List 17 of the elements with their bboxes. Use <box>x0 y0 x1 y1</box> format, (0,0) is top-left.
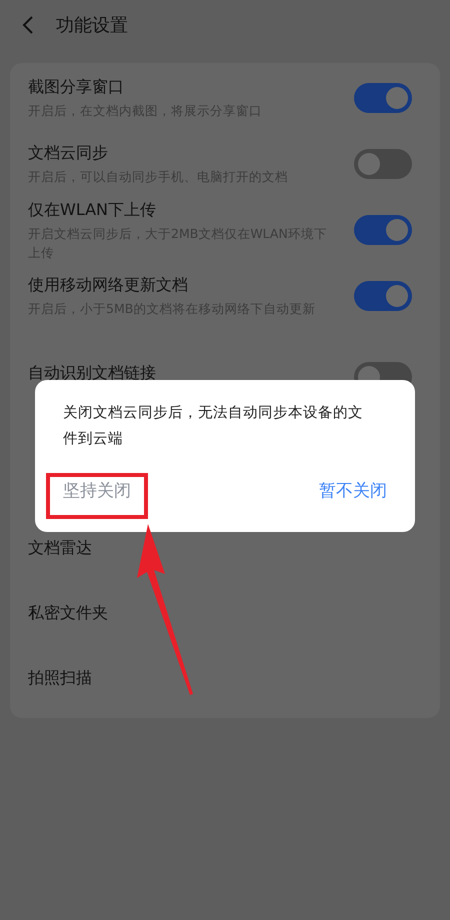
confirm-button[interactable]: 坚持关闭 <box>63 479 131 502</box>
setting-title: 截图分享窗口 <box>28 76 125 98</box>
setting-title: 文档雷达 <box>28 536 93 558</box>
setting-title: 自动识别文档链接 <box>28 362 157 384</box>
toggle-switch[interactable] <box>354 281 412 311</box>
setting-title: 拍照扫描 <box>28 666 93 688</box>
setting-title: 使用移动网络更新文档 <box>28 274 189 296</box>
dialog-message: 关闭文档云同步后，无法自动同步本设备的文件到云端 <box>63 404 364 449</box>
toggle-switch[interactable] <box>354 83 412 113</box>
cancel-button[interactable]: 暂不关闭 <box>319 479 387 502</box>
setting-title: 文档云同步 <box>28 142 109 164</box>
toggle-switch[interactable] <box>354 149 412 179</box>
setting-title: 私密文件夹 <box>28 602 109 624</box>
setting-title: 仅在WLAN下上传 <box>28 198 158 220</box>
page-title: 功能设置 <box>56 14 128 37</box>
back-icon[interactable] <box>22 15 34 35</box>
toggle-switch[interactable] <box>354 215 412 245</box>
